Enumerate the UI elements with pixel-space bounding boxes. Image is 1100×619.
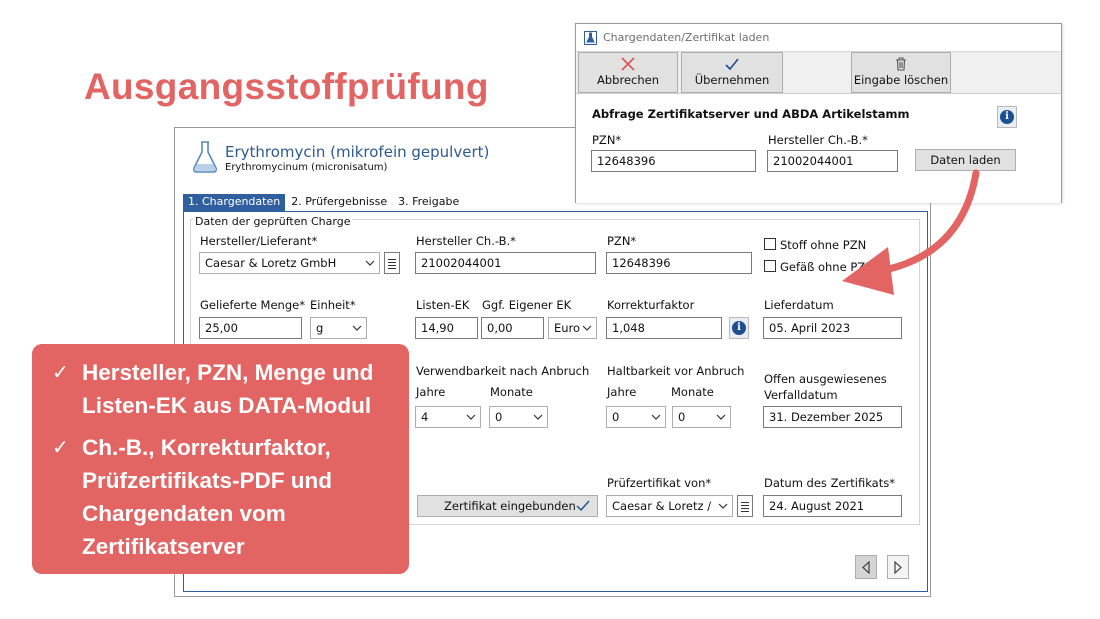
substance-no-pzn-checkbox[interactable]	[764, 238, 776, 250]
usability-years-label: Jahre	[416, 385, 446, 399]
app-icon	[584, 31, 597, 45]
usability-months-select[interactable]: 0	[489, 406, 548, 428]
expiry-date-input[interactable]: 31. Dezember 2025	[763, 406, 902, 428]
tab-bar: 1. Chargendaten 2. Prüfergebnisse 3. Fre…	[183, 194, 464, 211]
dialog-title: Chargendaten/Zertifikat laden	[603, 31, 770, 44]
substance-latin-name: Erythromycinum (micronisatum)	[225, 162, 388, 173]
quantity-label: Gelieferte Menge*	[200, 298, 305, 312]
close-icon	[621, 57, 635, 71]
certificate-date-label: Datum des Zertifikats*	[764, 476, 895, 490]
triangle-left-icon	[862, 561, 870, 574]
usability-months-label: Monate	[490, 385, 533, 399]
tab-freigabe[interactable]: 3. Freigabe	[393, 194, 464, 211]
certificate-from-select[interactable]: Caesar & Loretz /	[606, 495, 733, 517]
checkmark-icon	[576, 500, 590, 512]
unit-label: Einheit*	[310, 298, 356, 312]
chevron-down-icon	[718, 503, 728, 509]
info-icon: i	[732, 321, 746, 335]
unit-select[interactable]: g	[310, 317, 367, 339]
chevron-down-icon	[716, 414, 726, 420]
chevron-down-icon	[533, 414, 543, 420]
dialog-pzn-input[interactable]: 12648396	[591, 150, 756, 172]
previous-button[interactable]	[855, 555, 877, 579]
batch-input[interactable]: 21002044001	[415, 252, 596, 274]
correction-factor-info-button[interactable]: i	[729, 317, 749, 339]
group-title: Daten der geprüften Charge	[193, 215, 353, 228]
callout-text: Ch.-B., Korrekturfaktor, Prüfzertifikats…	[82, 435, 333, 559]
slide-title: Ausgangsstoffprüfung	[84, 66, 489, 107]
shelf-life-years-label: Jahre	[607, 385, 637, 399]
dialog-info-button[interactable]: i	[997, 106, 1017, 128]
accept-button[interactable]: Übernehmen	[681, 52, 783, 93]
dialog-batch-label: Hersteller Ch.-B.*	[768, 133, 868, 147]
own-ek-input[interactable]: 0,00	[481, 317, 544, 339]
usability-years-select[interactable]: 4	[415, 406, 481, 428]
shelf-life-months-select[interactable]: 0	[672, 406, 731, 428]
callout-item: ✓ Ch.-B., Korrekturfaktor, Prüfzertifika…	[52, 431, 397, 563]
certificate-embedded-button[interactable]: Zertifikat eingebunden	[417, 495, 598, 517]
manufacturer-select[interactable]: Caesar & Loretz GmbH	[199, 252, 380, 274]
certificate-from-label: Prüfzertifikat von*	[607, 476, 712, 490]
cancel-button[interactable]: Abbrechen	[578, 52, 678, 93]
delivery-date-input[interactable]: 05. April 2023	[763, 317, 902, 339]
delivery-date-label: Lieferdatum	[764, 298, 834, 312]
info-icon: i	[1000, 110, 1014, 124]
certificate-date-input[interactable]: 24. August 2021	[763, 495, 902, 517]
shelf-life-years-select[interactable]: 0	[606, 406, 666, 428]
trash-icon	[896, 57, 906, 71]
list-ek-label: Listen-EK	[416, 298, 470, 312]
shelf-life-label: Haltbarkeit vor Anbruch	[607, 364, 745, 378]
quantity-input[interactable]: 25,00	[199, 317, 302, 339]
triangle-right-icon	[894, 561, 902, 574]
certificate-from-list-button[interactable]	[737, 495, 753, 517]
flask-icon	[193, 141, 217, 173]
substance-name: Erythromycin (mikrofein gepulvert)	[225, 143, 490, 161]
callout-item: ✓ Hersteller, PZN, Menge und Listen-EK a…	[52, 356, 397, 422]
tab-chargendaten[interactable]: 1. Chargendaten	[183, 194, 286, 211]
expiry-label-line1: Offen ausgewiesenes	[764, 372, 887, 386]
list-ek-input[interactable]: 14,90	[415, 317, 478, 339]
pzn-label: PZN*	[607, 234, 637, 248]
currency-select[interactable]: Euro	[548, 317, 597, 339]
chevron-down-icon	[352, 325, 362, 331]
shelf-life-months-label: Monate	[671, 385, 714, 399]
info-callout: ✓ Hersteller, PZN, Menge und Listen-EK a…	[32, 344, 409, 574]
usability-label: Verwendbarkeit nach Anbruch	[416, 364, 590, 378]
chevron-down-icon	[365, 260, 375, 266]
clear-input-button[interactable]: Eingabe löschen	[851, 52, 951, 93]
callout-text: Hersteller, PZN, Menge und Listen-EK aus…	[82, 360, 374, 418]
next-button[interactable]	[887, 555, 909, 579]
own-ek-label: Ggf. Eigener EK	[482, 298, 572, 312]
batch-label: Hersteller Ch.-B.*	[416, 234, 516, 248]
expiry-label-line2: Verfalldatum	[764, 388, 838, 402]
checkmark-icon	[725, 58, 739, 71]
checkmark-icon: ✓	[52, 360, 69, 384]
dialog-heading: Abfrage Zertifikatserver und ABDA Artike…	[592, 107, 910, 121]
chevron-down-icon	[651, 414, 661, 420]
manufacturer-list-button[interactable]	[384, 252, 400, 274]
chevron-down-icon	[582, 325, 592, 331]
dialog-pzn-label: PZN*	[592, 133, 622, 147]
dialog-toolbar: Abbrechen Übernehmen Eingabe löschen	[576, 52, 1061, 94]
vessel-no-pzn-checkbox[interactable]	[764, 260, 776, 272]
dialog-titlebar: Chargendaten/Zertifikat laden	[576, 24, 1061, 52]
correction-factor-label: Korrekturfaktor	[607, 298, 695, 312]
curved-arrow-icon	[842, 169, 980, 295]
chevron-down-icon	[466, 414, 476, 420]
tab-pruefergebnisse[interactable]: 2. Prüfergebnisse	[286, 194, 392, 211]
manufacturer-label: Hersteller/Lieferant*	[200, 234, 318, 248]
pzn-input[interactable]: 12648396	[606, 252, 752, 274]
checkmark-icon: ✓	[52, 435, 69, 459]
correction-factor-input[interactable]: 1,048	[606, 317, 722, 339]
